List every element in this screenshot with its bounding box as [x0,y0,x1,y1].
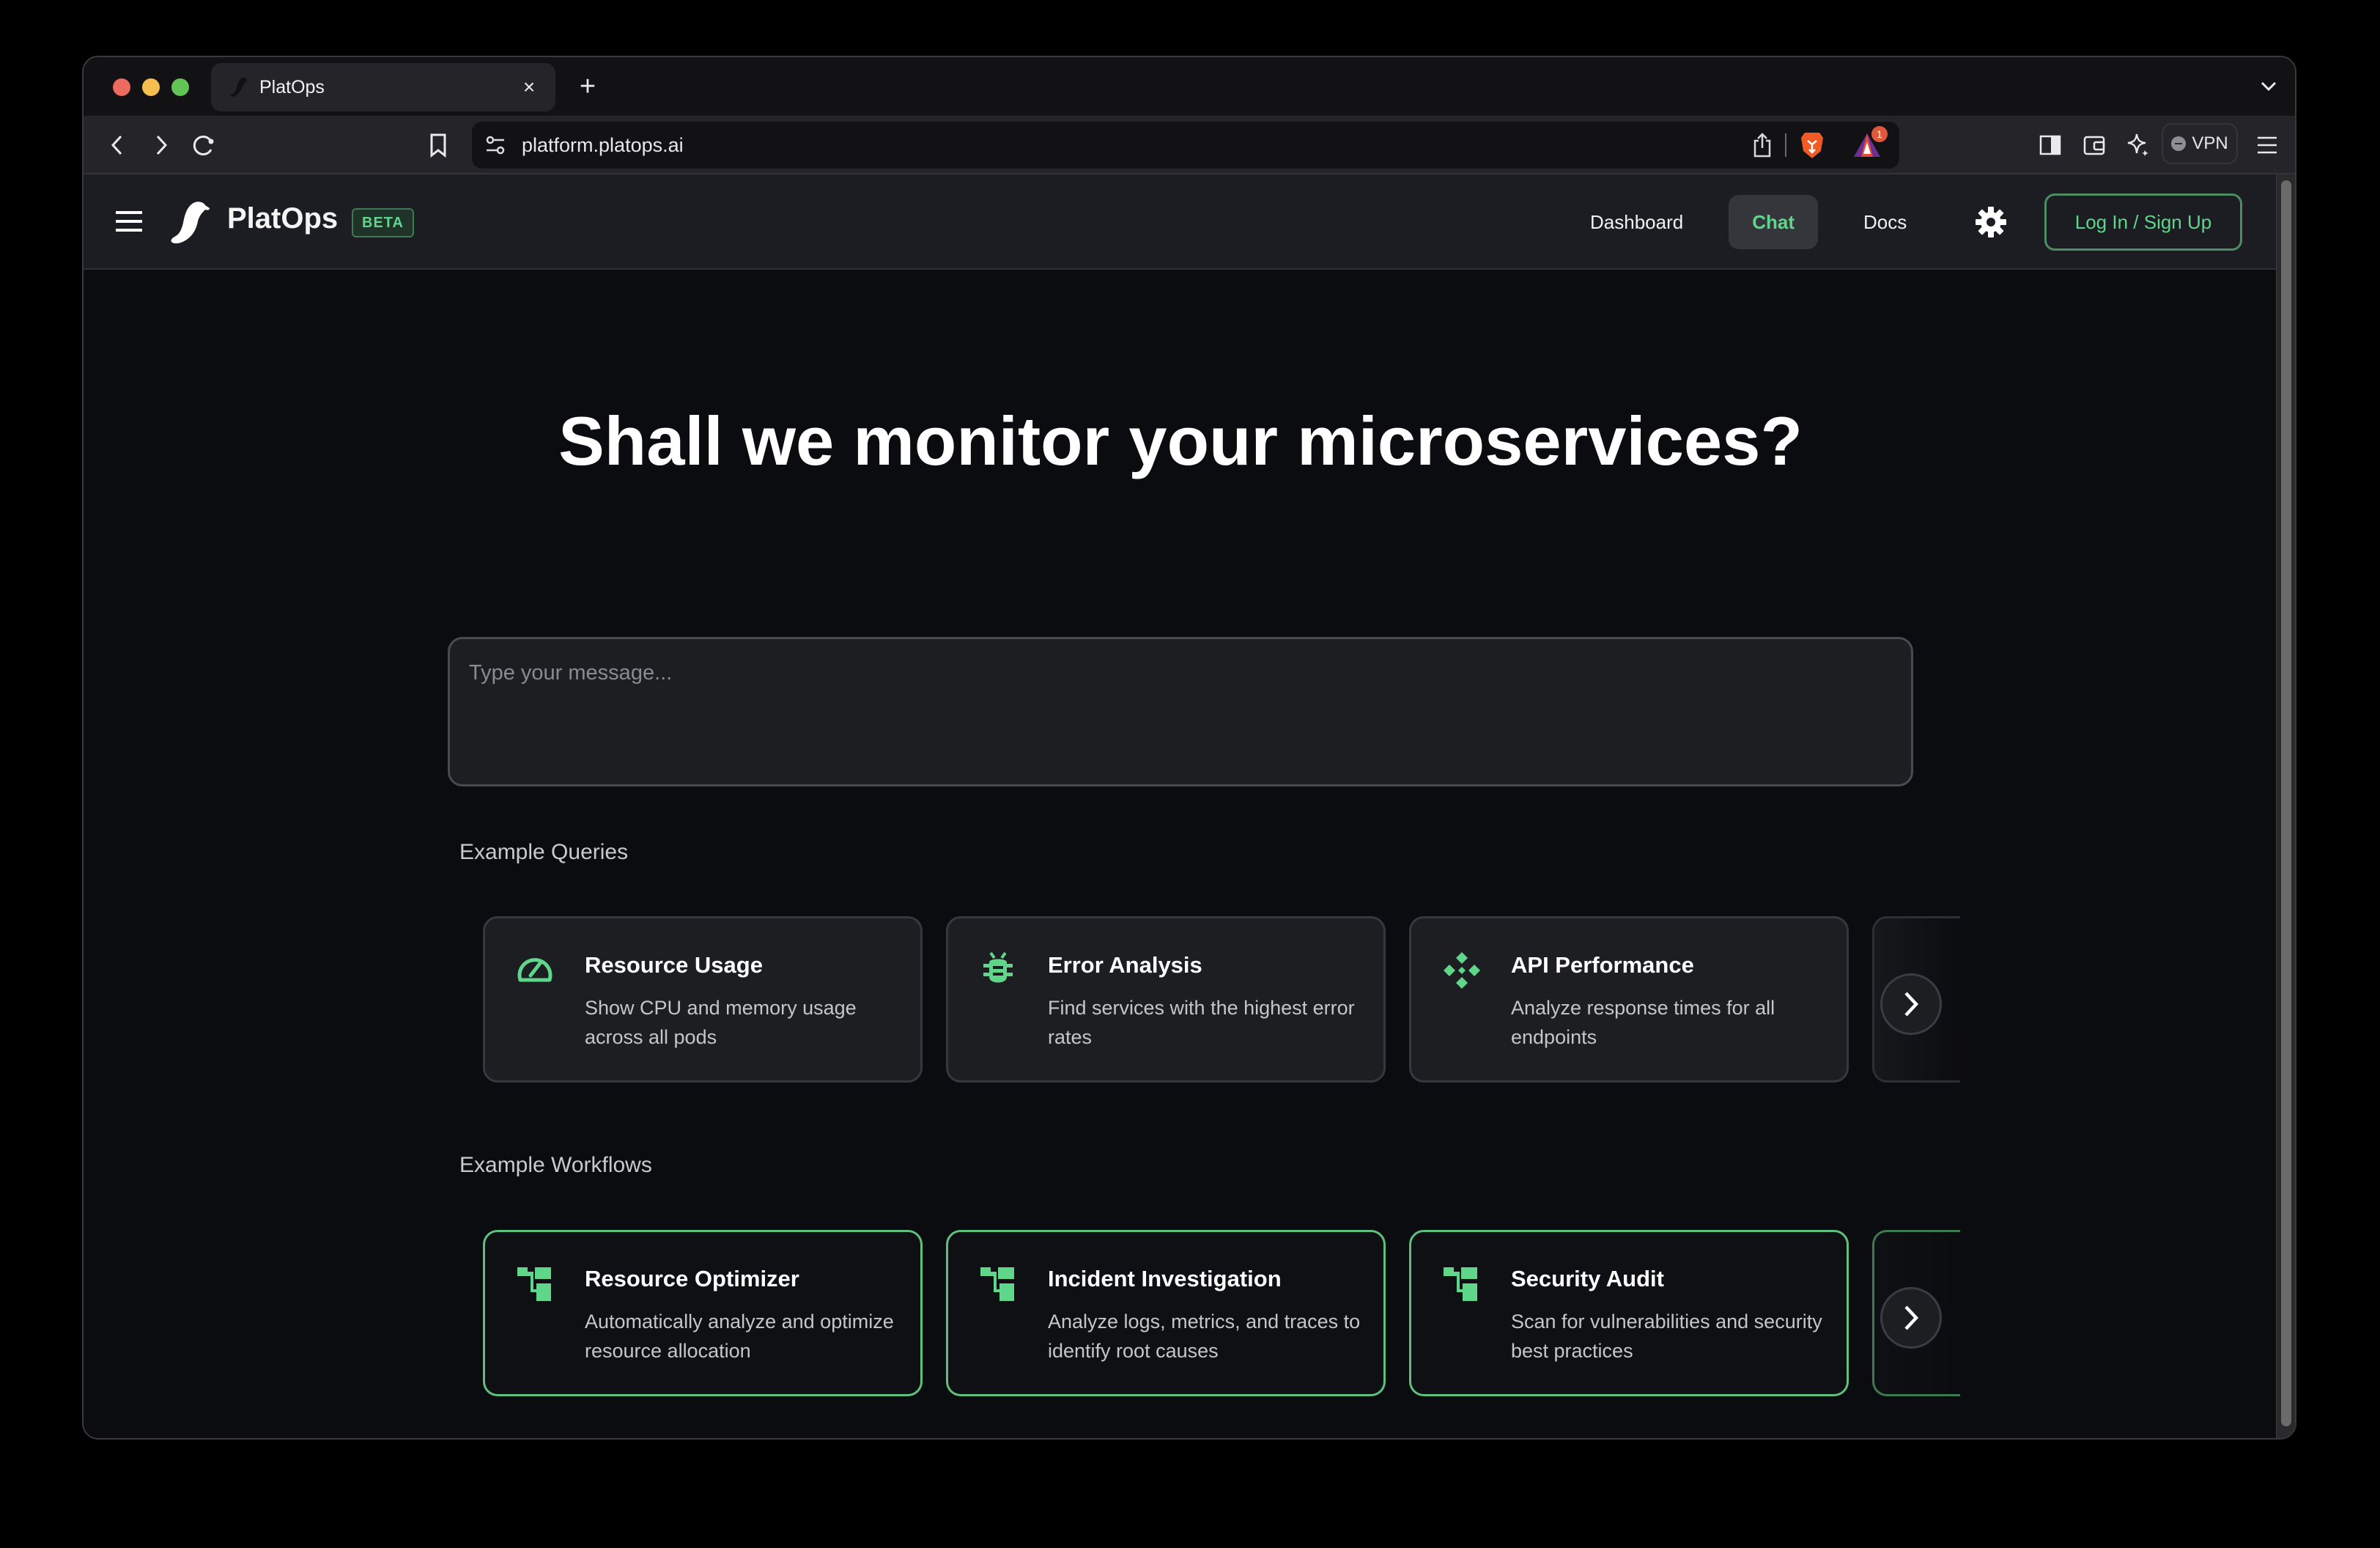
tab-bar: PlatOps × + [84,57,2295,116]
back-button[interactable] [103,130,132,160]
chat-message-input[interactable] [448,637,1913,786]
site-settings-icon[interactable] [481,130,510,160]
sparkle-icon [2127,133,2148,156]
platypus-logo-icon[interactable] [169,199,211,245]
vpn-button[interactable]: VPN [2162,123,2238,164]
forward-arrow-icon [156,135,168,155]
query-card-error-analysis[interactable]: Error Analysis Find services with the hi… [946,916,1386,1083]
browser-window: PlatOps × + platform.platops.ai 1 VPN Pl… [82,56,2296,1440]
nav-chat[interactable]: Chat [1729,195,1818,249]
vpn-status-icon [2171,136,2187,151]
rewards-badge: 1 [1871,126,1888,142]
workflows-next-button[interactable] [1880,1287,1942,1349]
new-tab-button[interactable]: + [573,72,602,101]
bug-icon [979,951,1017,989]
hamburger-menu-icon [2258,136,2277,154]
card-title: Resource Optimizer [585,1266,799,1291]
platypus-favicon-icon [226,74,252,100]
settings-gear-icon[interactable] [1974,205,2008,239]
brave-shields-icon[interactable] [1800,130,1825,160]
card-description: Show CPU and memory usage across all pod… [585,997,857,1048]
bookmark-icon [430,133,446,158]
address-bar[interactable]: platform.platops.ai 1 [472,122,1899,169]
workflow-icon [979,1264,1017,1302]
queries-next-button[interactable] [1880,973,1942,1035]
example-workflows-label: Example Workflows [459,1153,652,1177]
page-scrollbar[interactable] [2276,174,2295,1438]
hamburger-line [116,229,142,232]
url-divider [1785,133,1786,157]
card-description: Analyze logs, metrics, and traces to ide… [1048,1311,1361,1362]
card-title: API Performance [1511,952,1694,978]
browser-menu-button[interactable] [2252,130,2282,160]
share-icon[interactable] [1753,132,1772,158]
tab-list-chevron-icon[interactable] [2255,73,2282,100]
brand-name[interactable]: PlatOps [227,202,338,235]
page-headline: Shall we monitor your microservices? [558,402,1803,479]
browser-toolbar: platform.platops.ai 1 VPN [84,116,2295,174]
card-title: Error Analysis [1048,952,1202,978]
leo-ai-button[interactable] [2124,130,2153,160]
wallet-icon [2083,136,2105,155]
sidebar-toggle-button[interactable] [2036,130,2065,160]
chevron-right-icon [1904,992,1919,1017]
main-nav: Dashboard Chat Docs [1567,195,1930,249]
reload-button[interactable] [189,130,218,160]
speedometer-icon [516,951,554,989]
forward-button[interactable] [147,130,176,160]
page-viewport: PlatOps BETA Dashboard Chat Docs Log In … [84,174,2295,1438]
card-description: Automatically analyze and optimize resou… [585,1311,894,1362]
workflow-card-incident-investigation[interactable]: Incident Investigation Analyze logs, met… [946,1230,1386,1396]
scrollbar-thumb[interactable] [2281,180,2291,1426]
workflow-icon [516,1264,554,1302]
card-description: Find services with the highest error rat… [1048,997,1355,1048]
query-card-api-performance[interactable]: API Performance Analyze response times f… [1409,916,1849,1083]
example-queries-label: Example Queries [459,840,629,864]
beta-badge: BETA [352,208,414,237]
bookmark-button[interactable] [424,130,453,160]
login-signup-button[interactable]: Log In / Sign Up [2044,194,2242,251]
card-title: Incident Investigation [1048,1266,1282,1291]
card-description: Analyze response times for all endpoints [1511,997,1775,1048]
query-card-resource-usage[interactable]: Resource Usage Show CPU and memory usage… [483,916,923,1083]
card-title: Resource Usage [585,952,763,978]
workflow-card-resource-optimizer[interactable]: Resource Optimizer Automatically analyze… [483,1230,923,1396]
tab-title: PlatOps [259,76,325,97]
browser-tab[interactable]: PlatOps × [211,63,555,111]
app-header: PlatOps BETA Dashboard Chat Docs Log In … [84,174,2277,270]
sidebar-icon [2039,135,2061,155]
chevron-right-icon [1904,1305,1919,1330]
workflow-icon [1442,1264,1480,1302]
nav-docs[interactable]: Docs [1840,195,1930,249]
minimize-window-button[interactable] [142,78,160,96]
card-description: Scan for vulnerabilities and security be… [1511,1311,1822,1362]
url-text[interactable]: platform.platops.ai [522,134,1753,157]
close-tab-icon[interactable]: × [514,73,544,102]
wallet-button[interactable] [2080,130,2109,160]
brave-rewards-icon[interactable]: 1 [1852,126,1888,158]
close-window-button[interactable] [113,78,130,96]
reload-icon [193,136,214,155]
api-diamond-icon [1442,951,1480,989]
maximize-window-button[interactable] [171,78,189,96]
nav-dashboard[interactable]: Dashboard [1567,195,1707,249]
card-title: Security Audit [1511,1266,1664,1291]
back-arrow-icon [111,135,122,155]
hamburger-line [116,220,142,223]
vpn-label: VPN [2192,133,2228,153]
app-menu-button[interactable] [113,207,145,236]
hamburger-line [116,211,142,214]
workflow-card-security-audit[interactable]: Security Audit Scan for vulnerabilities … [1409,1230,1849,1396]
